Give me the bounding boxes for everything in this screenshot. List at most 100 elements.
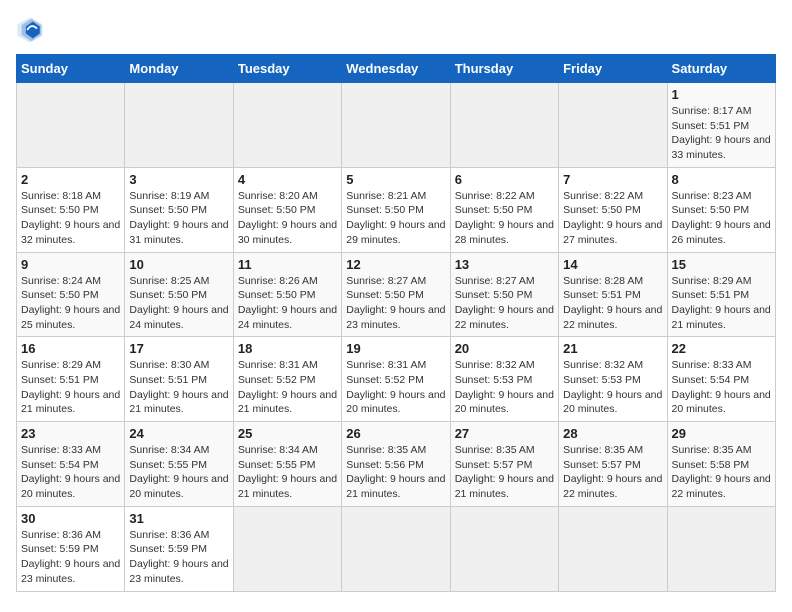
calendar-cell	[450, 506, 558, 591]
calendar-cell: 13 Sunrise: 8:27 AMSunset: 5:50 PMDayligh…	[450, 252, 558, 337]
calendar-cell: 30Sunrise: 8:36 AMSunset: 5:59 PMDayligh…	[17, 506, 125, 591]
calendar-cell: 22Sunrise: 8:33 AMSunset: 5:54 PMDayligh…	[667, 337, 775, 422]
calendar-cell: 16 Sunrise: 8:29 AMSunset: 5:51 PMDayligh…	[17, 337, 125, 422]
day-detail: Sunrise: 8:35 AMSunset: 5:58 PMDaylight:…	[672, 443, 771, 502]
day-number: 5	[346, 172, 445, 187]
day-detail: Sunrise: 8:25 AMSunset: 5:50 PMDaylight:…	[129, 274, 228, 333]
day-detail: Sunrise: 8:19 AMSunset: 5:50 PMDaylight:…	[129, 189, 228, 248]
day-number: 6	[455, 172, 554, 187]
calendar-cell: 12 Sunrise: 8:27 AMSunset: 5:50 PMDayligh…	[342, 252, 450, 337]
day-number: 26	[346, 426, 445, 441]
day-detail: Sunrise: 8:31 AMSunset: 5:52 PMDaylight:…	[346, 358, 445, 417]
calendar-cell: 28Sunrise: 8:35 AMSunset: 5:57 PMDayligh…	[559, 422, 667, 507]
calendar-cell: 31 Sunrise: 8:36 AMSunset: 5:59 PMDayligh…	[125, 506, 233, 591]
calendar-header: SundayMondayTuesdayWednesdayThursdayFrid…	[17, 55, 776, 83]
calendar-cell: 8 Sunrise: 8:23 AMSunset: 5:50 PMDaylight…	[667, 167, 775, 252]
day-number: 17	[129, 341, 228, 356]
day-detail: Sunrise: 8:32 AMSunset: 5:53 PMDaylight:…	[563, 358, 662, 417]
calendar-cell	[233, 506, 341, 591]
day-number: 16	[21, 341, 120, 356]
day-number: 10	[129, 257, 228, 272]
calendar-cell	[559, 506, 667, 591]
day-number: 9	[21, 257, 120, 272]
day-number: 11	[238, 257, 337, 272]
day-number: 27	[455, 426, 554, 441]
day-number: 21	[563, 341, 662, 356]
day-detail: Sunrise: 8:36 AMSunset: 5:59 PMDaylight:…	[129, 528, 228, 587]
day-number: 12	[346, 257, 445, 272]
calendar-cell: 3 Sunrise: 8:19 AMSunset: 5:50 PMDaylight…	[125, 167, 233, 252]
day-number: 19	[346, 341, 445, 356]
calendar-cell	[559, 83, 667, 168]
day-detail: Sunrise: 8:31 AMSunset: 5:52 PMDaylight:…	[238, 358, 337, 417]
header-friday: Friday	[559, 55, 667, 83]
week-row-4: 23Sunrise: 8:33 AMSunset: 5:54 PMDayligh…	[17, 422, 776, 507]
day-detail: Sunrise: 8:23 AMSunset: 5:50 PMDaylight:…	[672, 189, 771, 248]
calendar-body: 1 Sunrise: 8:17 AMSunset: 5:51 PMDaylight…	[17, 83, 776, 592]
calendar-cell: 19 Sunrise: 8:31 AMSunset: 5:52 PMDayligh…	[342, 337, 450, 422]
header-monday: Monday	[125, 55, 233, 83]
day-number: 3	[129, 172, 228, 187]
day-number: 14	[563, 257, 662, 272]
calendar-cell: 27Sunrise: 8:35 AMSunset: 5:57 PMDayligh…	[450, 422, 558, 507]
calendar-cell: 10 Sunrise: 8:25 AMSunset: 5:50 PMDayligh…	[125, 252, 233, 337]
logo	[16, 16, 48, 44]
calendar-cell: 17 Sunrise: 8:30 AMSunset: 5:51 PMDayligh…	[125, 337, 233, 422]
header-tuesday: Tuesday	[233, 55, 341, 83]
calendar-cell	[125, 83, 233, 168]
week-row-1: 2Sunrise: 8:18 AMSunset: 5:50 PMDaylight…	[17, 167, 776, 252]
day-detail: Sunrise: 8:27 AMSunset: 5:50 PMDaylight:…	[346, 274, 445, 333]
day-detail: Sunrise: 8:21 AMSunset: 5:50 PMDaylight:…	[346, 189, 445, 248]
calendar-cell: 5 Sunrise: 8:21 AMSunset: 5:50 PMDaylight…	[342, 167, 450, 252]
header-wednesday: Wednesday	[342, 55, 450, 83]
week-row-2: 9 Sunrise: 8:24 AMSunset: 5:50 PMDaylight…	[17, 252, 776, 337]
day-detail: Sunrise: 8:20 AMSunset: 5:50 PMDaylight:…	[238, 189, 337, 248]
day-detail: Sunrise: 8:34 AMSunset: 5:55 PMDaylight:…	[238, 443, 337, 502]
day-number: 30	[21, 511, 120, 526]
calendar-cell	[342, 83, 450, 168]
week-row-0: 1 Sunrise: 8:17 AMSunset: 5:51 PMDaylight…	[17, 83, 776, 168]
day-number: 13	[455, 257, 554, 272]
day-number: 7	[563, 172, 662, 187]
calendar-cell: 11 Sunrise: 8:26 AMSunset: 5:50 PMDayligh…	[233, 252, 341, 337]
header-row: SundayMondayTuesdayWednesdayThursdayFrid…	[17, 55, 776, 83]
calendar-cell: 25 Sunrise: 8:34 AMSunset: 5:55 PMDayligh…	[233, 422, 341, 507]
day-number: 25	[238, 426, 337, 441]
calendar-cell: 7 Sunrise: 8:22 AMSunset: 5:50 PMDaylight…	[559, 167, 667, 252]
day-number: 31	[129, 511, 228, 526]
day-detail: Sunrise: 8:27 AMSunset: 5:50 PMDaylight:…	[455, 274, 554, 333]
page-header	[16, 16, 776, 44]
calendar-cell: 24Sunrise: 8:34 AMSunset: 5:55 PMDayligh…	[125, 422, 233, 507]
calendar-cell: 14Sunrise: 8:28 AMSunset: 5:51 PMDayligh…	[559, 252, 667, 337]
day-detail: Sunrise: 8:22 AMSunset: 5:50 PMDaylight:…	[455, 189, 554, 248]
calendar-cell	[233, 83, 341, 168]
day-detail: Sunrise: 8:35 AMSunset: 5:56 PMDaylight:…	[346, 443, 445, 502]
day-number: 24	[129, 426, 228, 441]
header-saturday: Saturday	[667, 55, 775, 83]
calendar-cell: 29 Sunrise: 8:35 AMSunset: 5:58 PMDayligh…	[667, 422, 775, 507]
day-detail: Sunrise: 8:32 AMSunset: 5:53 PMDaylight:…	[455, 358, 554, 417]
day-detail: Sunrise: 8:30 AMSunset: 5:51 PMDaylight:…	[129, 358, 228, 417]
day-number: 29	[672, 426, 771, 441]
day-detail: Sunrise: 8:29 AMSunset: 5:51 PMDaylight:…	[672, 274, 771, 333]
calendar-cell: 23Sunrise: 8:33 AMSunset: 5:54 PMDayligh…	[17, 422, 125, 507]
calendar-cell: 2Sunrise: 8:18 AMSunset: 5:50 PMDaylight…	[17, 167, 125, 252]
day-number: 20	[455, 341, 554, 356]
calendar-cell: 9 Sunrise: 8:24 AMSunset: 5:50 PMDaylight…	[17, 252, 125, 337]
day-detail: Sunrise: 8:18 AMSunset: 5:50 PMDaylight:…	[21, 189, 120, 248]
week-row-3: 16 Sunrise: 8:29 AMSunset: 5:51 PMDayligh…	[17, 337, 776, 422]
calendar-cell: 6 Sunrise: 8:22 AMSunset: 5:50 PMDaylight…	[450, 167, 558, 252]
day-detail: Sunrise: 8:22 AMSunset: 5:50 PMDaylight:…	[563, 189, 662, 248]
calendar-cell: 18 Sunrise: 8:31 AMSunset: 5:52 PMDayligh…	[233, 337, 341, 422]
day-detail: Sunrise: 8:26 AMSunset: 5:50 PMDaylight:…	[238, 274, 337, 333]
calendar-cell	[667, 506, 775, 591]
day-detail: Sunrise: 8:29 AMSunset: 5:51 PMDaylight:…	[21, 358, 120, 417]
day-number: 1	[672, 87, 771, 102]
day-detail: Sunrise: 8:24 AMSunset: 5:50 PMDaylight:…	[21, 274, 120, 333]
day-number: 8	[672, 172, 771, 187]
calendar-cell: 20 Sunrise: 8:32 AMSunset: 5:53 PMDayligh…	[450, 337, 558, 422]
day-number: 4	[238, 172, 337, 187]
day-detail: Sunrise: 8:17 AMSunset: 5:51 PMDaylight:…	[672, 104, 771, 163]
day-number: 18	[238, 341, 337, 356]
header-thursday: Thursday	[450, 55, 558, 83]
